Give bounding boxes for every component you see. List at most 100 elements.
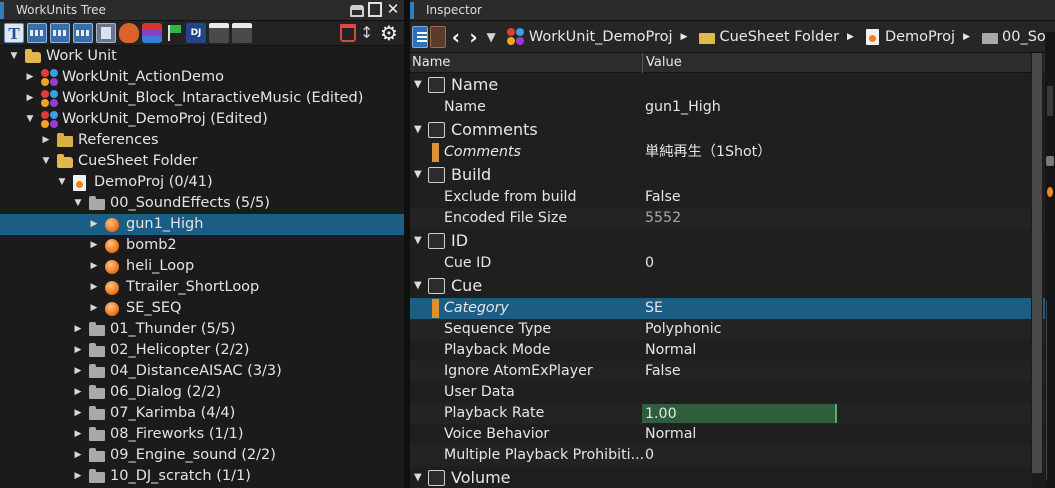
property-row[interactable]: Encoded File Size 5552	[410, 208, 1055, 229]
history-dropdown-icon[interactable]: ▼	[483, 26, 499, 48]
breadcrumb-item[interactable]: CueSheet Folder	[699, 29, 839, 45]
property-row[interactable]: Category SE	[410, 298, 1055, 319]
tree-item[interactable]: ▶ References	[0, 130, 404, 151]
tree-item[interactable]: ▶ 06_Dialog (2/2)	[0, 382, 404, 403]
breadcrumb-item[interactable]: DemoProj	[865, 28, 955, 45]
clapper-icon[interactable]	[232, 23, 252, 43]
tree-item[interactable]: ▼ DemoProj (0/41)	[0, 172, 404, 193]
collapse-arrow-icon[interactable]: ▼	[414, 163, 422, 187]
section-cue[interactable]: ▼ Cue	[410, 274, 1055, 298]
tree-item[interactable]: ▶ gun1_High	[0, 214, 404, 235]
property-row[interactable]: Comments 単純再生（1Shot）	[410, 142, 1055, 163]
restore-icon[interactable]	[368, 2, 382, 17]
collapse-arrow-icon[interactable]: ▼	[24, 109, 36, 130]
property-value[interactable]: 5552	[643, 208, 1031, 229]
property-value[interactable]: False	[643, 187, 1031, 208]
collapse-arrow-icon[interactable]: ▼	[72, 193, 84, 214]
property-value[interactable]: False	[643, 361, 1031, 382]
property-row[interactable]: Cue ID 0	[410, 253, 1055, 274]
tree-item[interactable]: ▶ WorkUnit_ActionDemo	[0, 67, 404, 88]
tree-item[interactable]: ▶ heli_Loop	[0, 256, 404, 277]
section-id[interactable]: ▼ ID	[410, 229, 1055, 253]
dj-icon[interactable]: DJ	[186, 23, 206, 43]
expand-arrow-icon[interactable]: ▶	[88, 298, 100, 319]
property-value[interactable]: SE	[643, 298, 1031, 319]
sort-icon[interactable]: ↕	[360, 23, 378, 43]
tree-item[interactable]: ▼ WorkUnit_DemoProj (Edited)	[0, 109, 404, 130]
value-column-header[interactable]: Value	[642, 53, 682, 73]
property-value[interactable]: 0	[643, 445, 1031, 466]
tree-item[interactable]: ▶ 02_Helicopter (2/2)	[0, 340, 404, 361]
collapse-arrow-icon[interactable]: ▼	[414, 229, 422, 253]
tree-item[interactable]: ▶ SE_SEQ	[0, 298, 404, 319]
list-view-icon[interactable]	[412, 25, 429, 48]
expand-arrow-icon[interactable]: ▶	[72, 361, 84, 382]
fire-icon[interactable]	[119, 23, 139, 43]
property-value[interactable]: gun1_High	[643, 97, 1031, 118]
property-value[interactable]: Normal	[643, 340, 1031, 361]
film-icon[interactable]	[50, 23, 70, 43]
section-name[interactable]: ▼ Name	[410, 73, 1055, 97]
pages-icon[interactable]	[430, 25, 447, 48]
expand-arrow-icon[interactable]: ▶	[24, 88, 36, 109]
film-icon[interactable]	[73, 23, 93, 43]
collapse-arrow-icon[interactable]: ▼	[414, 118, 422, 142]
section-comments[interactable]: ▼ Comments	[410, 118, 1055, 142]
tree-item[interactable]: ▶ WorkUnit_Block_IntaractiveMusic (Edited…	[0, 88, 404, 109]
film-icon[interactable]	[27, 23, 47, 43]
breadcrumb-separator-icon[interactable]: ▶	[963, 32, 970, 42]
tree-item[interactable]: ▼ CueSheet Folder	[0, 151, 404, 172]
section-build[interactable]: ▼ Build	[410, 163, 1055, 187]
property-row[interactable]: Playback Mode Normal	[410, 340, 1055, 361]
collapse-arrow-icon[interactable]: ▼	[414, 274, 422, 298]
expand-arrow-icon[interactable]: ▶	[72, 403, 84, 424]
expand-arrow-icon[interactable]: ▶	[88, 277, 100, 298]
back-arrow-icon[interactable]: ‹	[448, 26, 464, 48]
expand-arrow-icon[interactable]: ▶	[88, 256, 100, 277]
collapse-arrow-icon[interactable]: ▼	[40, 151, 52, 172]
doc-icon[interactable]	[96, 23, 116, 43]
collapse-arrow-icon[interactable]: ▼	[414, 73, 422, 97]
scrollbar-thumb[interactable]	[1032, 53, 1042, 473]
collapse-arrow-icon[interactable]: ▼	[8, 46, 20, 67]
property-row[interactable]: Voice Behavior Normal	[410, 424, 1055, 445]
breadcrumb-item[interactable]: WorkUnit_DemoProj	[506, 27, 673, 46]
tree-item[interactable]: ▶ 10_DJ_scratch (1/1)	[0, 466, 404, 487]
tree-item[interactable]: ▶ 07_Karimba (4/4)	[0, 403, 404, 424]
tree-item[interactable]: ▼ Work Unit	[0, 46, 404, 67]
forward-arrow-icon[interactable]: ›	[466, 26, 482, 48]
property-row[interactable]: User Data	[410, 382, 1055, 403]
tree-item[interactable]: ▶ 04_DistanceAISAC (3/3)	[0, 361, 404, 382]
lock-icon[interactable]	[350, 5, 364, 17]
property-value[interactable]: Polyphonic	[643, 319, 1031, 340]
expand-arrow-icon[interactable]: ▶	[72, 382, 84, 403]
breadcrumb-separator-icon[interactable]: ▶	[681, 32, 688, 42]
section-volume[interactable]: ▼ Volume	[410, 466, 1055, 488]
expand-arrow-icon[interactable]: ▶	[88, 235, 100, 256]
vertical-scrollbar[interactable]	[1031, 53, 1043, 488]
gear-icon[interactable]: ⚙	[380, 22, 400, 44]
property-value[interactable]: 単純再生（1Shot）	[643, 142, 1031, 163]
tree-item[interactable]: ▶ 09_Engine_sound (2/2)	[0, 445, 404, 466]
flag-icon[interactable]	[165, 23, 183, 43]
expand-arrow-icon[interactable]: ▶	[72, 466, 84, 487]
property-row[interactable]: Playback Rate 1.00	[410, 403, 1055, 424]
tree-item[interactable]: ▶ 01_Thunder (5/5)	[0, 319, 404, 340]
expand-arrow-icon[interactable]: ▶	[72, 424, 84, 445]
expand-arrow-icon[interactable]: ▶	[24, 67, 36, 88]
property-row[interactable]: Multiple Playback Prohibiti... 0	[410, 445, 1055, 466]
property-value[interactable]: Normal	[643, 424, 1031, 445]
name-column-header[interactable]: Name	[412, 53, 450, 73]
breadcrumb-separator-icon[interactable]: ▶	[847, 32, 854, 42]
expand-arrow-icon[interactable]: ▶	[72, 445, 84, 466]
property-row[interactable]: Ignore AtomExPlayer False	[410, 361, 1055, 382]
expand-arrow-icon[interactable]: ▶	[40, 130, 52, 151]
text-icon[interactable]: T	[4, 23, 24, 43]
tree-item[interactable]: ▼ 00_SoundEffects (5/5)	[0, 193, 404, 214]
close-icon[interactable]: ✕	[386, 2, 400, 17]
tree-item[interactable]: ▶ bomb2	[0, 235, 404, 256]
property-row[interactable]: Exclude from build False	[410, 187, 1055, 208]
tree-item[interactable]: ▶ Ttrailer_ShortLoop	[0, 277, 404, 298]
property-value[interactable]: 0	[643, 253, 1031, 274]
trash-icon[interactable]	[340, 24, 356, 42]
